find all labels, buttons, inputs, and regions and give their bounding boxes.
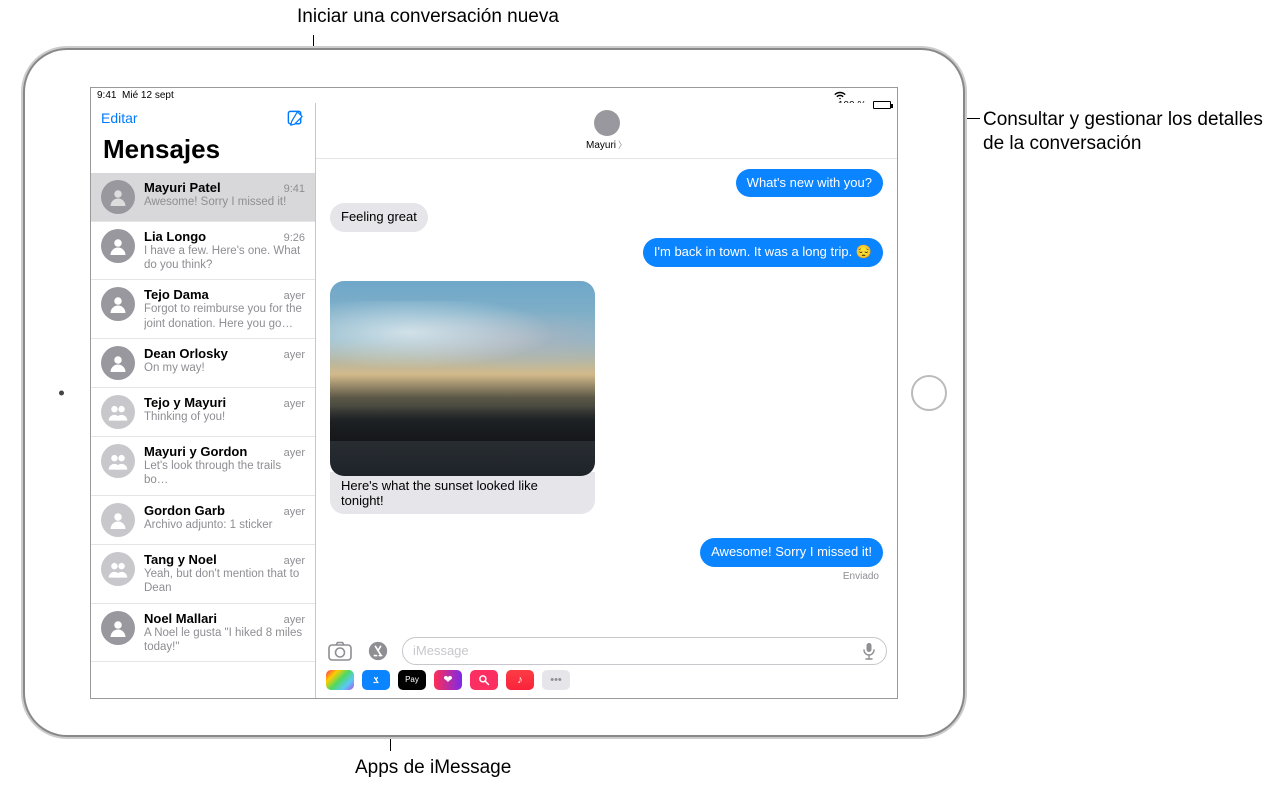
- conversation-time: ayer: [284, 447, 305, 459]
- main-area: Editar Mensajes Mayuri Patel 9:41 Awesome…: [91, 103, 897, 698]
- screen: 9:41 Mié 12 sept 100 % Editar: [90, 87, 898, 699]
- conversation-preview: On my way!: [144, 361, 305, 375]
- conversation-sidebar: Editar Mensajes Mayuri Patel 9:41 Awesome…: [91, 103, 316, 698]
- contact-avatar: [594, 110, 620, 136]
- conversation-item[interactable]: Tang y Noel ayerYeah, but don't mention t…: [91, 545, 315, 604]
- conversation-item[interactable]: Noel Mallari ayerA Noel le gusta "I hiked…: [91, 604, 315, 663]
- avatar: [101, 552, 135, 586]
- appstore-app-icon[interactable]: [362, 670, 390, 690]
- conversation-preview: Thinking of you!: [144, 410, 305, 424]
- avatar: [101, 611, 135, 645]
- compose-icon[interactable]: [286, 109, 305, 128]
- conversation-list[interactable]: Mayuri Patel 9:41 Awesome! Sorry I missed…: [91, 173, 315, 698]
- message-out[interactable]: What's new with you?: [736, 169, 883, 198]
- conversation-preview: Let's look through the trails bo…: [144, 459, 305, 488]
- app-store-icon[interactable]: [364, 637, 392, 665]
- chevron-right-icon: 〉: [618, 140, 627, 150]
- conversation-item[interactable]: Gordon Garb ayerArchivo adjunto: 1 sticke…: [91, 496, 315, 545]
- edit-button[interactable]: Editar: [101, 110, 138, 126]
- conversation-name: Gordon Garb: [144, 503, 225, 518]
- contact-name: Mayuri: [586, 140, 616, 151]
- conversation-name: Mayuri Patel: [144, 180, 221, 195]
- conversation-item[interactable]: Mayuri y Gordon ayerLet's look through th…: [91, 437, 315, 496]
- conversation-preview: A Noel le gusta "I hiked 8 miles today!": [144, 626, 305, 655]
- front-camera: [59, 390, 64, 395]
- search-app-icon[interactable]: [470, 670, 498, 690]
- conversation-name: Tejo y Mayuri: [144, 395, 226, 410]
- message-input[interactable]: iMessage: [402, 637, 887, 665]
- conversation-preview: Yeah, but don't mention that to Dean: [144, 567, 305, 596]
- message-in[interactable]: Feeling great: [330, 203, 428, 232]
- chat-header[interactable]: Mayuri〉: [316, 103, 897, 159]
- conversation-time: ayer: [284, 349, 305, 361]
- music-app-icon[interactable]: ♪: [506, 670, 534, 690]
- conversation-preview: Awesome! Sorry I missed it!: [144, 195, 305, 209]
- callout-compose: Iniciar una conversación nueva: [297, 5, 559, 29]
- callout-details: Consultar y gestionar los detalles de la…: [983, 108, 1263, 156]
- avatar: [101, 287, 135, 321]
- conversation-name: Lia Longo: [144, 229, 206, 244]
- home-button[interactable]: [911, 375, 947, 411]
- status-time: 9:41: [97, 90, 116, 101]
- conversation-name: Dean Orlosky: [144, 346, 228, 361]
- message-out[interactable]: Awesome! Sorry I missed it!: [700, 538, 883, 567]
- conversation-item[interactable]: Tejo y Mayuri ayerThinking of you!: [91, 388, 315, 437]
- input-toolbar: iMessage: [316, 631, 897, 665]
- avatar: [101, 503, 135, 537]
- sidebar-toolbar: Editar: [91, 103, 315, 130]
- wifi-icon: [834, 91, 891, 100]
- conversation-preview: Archivo adjunto: 1 sticker: [144, 518, 305, 532]
- conversation-name: Mayuri y Gordon: [144, 444, 247, 459]
- imessage-app-tray: Pay ❤ ♪ •••: [316, 665, 897, 698]
- camera-icon[interactable]: [326, 637, 354, 665]
- conversation-time: ayer: [284, 555, 305, 567]
- message-out[interactable]: I'm back in town. It was a long trip. 😔: [643, 238, 883, 267]
- avatar: [101, 444, 135, 478]
- conversation-preview: I have a few. Here's one. What do you th…: [144, 244, 305, 273]
- conversation-time: ayer: [284, 398, 305, 410]
- conversation-item[interactable]: Mayuri Patel 9:41 Awesome! Sorry I missed…: [91, 173, 315, 222]
- conversation-time: 9:26: [284, 232, 305, 244]
- message-image[interactable]: [330, 281, 595, 476]
- conversation-time: 9:41: [284, 183, 305, 195]
- microphone-icon[interactable]: [862, 642, 876, 660]
- contact-name-row[interactable]: Mayuri〉: [586, 138, 627, 151]
- conversation-item[interactable]: Lia Longo 9:26I have a few. Here's one. W…: [91, 222, 315, 281]
- avatar: [101, 346, 135, 380]
- applepay-app-icon[interactable]: Pay: [398, 670, 426, 690]
- callout-apps: Apps de iMessage: [355, 756, 511, 780]
- input-placeholder: iMessage: [413, 643, 469, 658]
- conversation-name: Noel Mallari: [144, 611, 217, 626]
- conversation-item[interactable]: Tejo Dama ayerForgot to reimburse you for…: [91, 280, 315, 339]
- digitaltouch-app-icon[interactable]: ❤: [434, 670, 462, 690]
- conversation-preview: Forgot to reimburse you for the joint do…: [144, 302, 305, 331]
- chat-pane: Mayuri〉 What's new with you? Feeling gre…: [316, 103, 897, 698]
- conversation-name: Tejo Dama: [144, 287, 209, 302]
- sidebar-title: Mensajes: [91, 130, 315, 173]
- status-time-date: 9:41 Mié 12 sept: [97, 90, 174, 101]
- conversation-name: Tang y Noel: [144, 552, 217, 567]
- conversation-time: ayer: [284, 506, 305, 518]
- more-apps-icon[interactable]: •••: [542, 670, 570, 690]
- photos-app-icon[interactable]: [326, 670, 354, 690]
- battery-icon: [873, 101, 891, 109]
- conversation-time: ayer: [284, 290, 305, 302]
- avatar: [101, 180, 135, 214]
- ipad-device: 9:41 Mié 12 sept 100 % Editar: [25, 50, 963, 735]
- avatar: [101, 229, 135, 263]
- status-date: Mié 12 sept: [122, 90, 174, 101]
- status-bar: 9:41 Mié 12 sept 100 %: [91, 88, 897, 103]
- conversation-item[interactable]: Dean Orlosky ayerOn my way!: [91, 339, 315, 388]
- conversation-time: ayer: [284, 614, 305, 626]
- avatar: [101, 395, 135, 429]
- message-list[interactable]: What's new with you? Feeling great I'm b…: [316, 159, 897, 631]
- delivery-status: Enviado: [843, 571, 879, 582]
- message-in[interactable]: Here's what the sunset looked like tonig…: [330, 472, 595, 514]
